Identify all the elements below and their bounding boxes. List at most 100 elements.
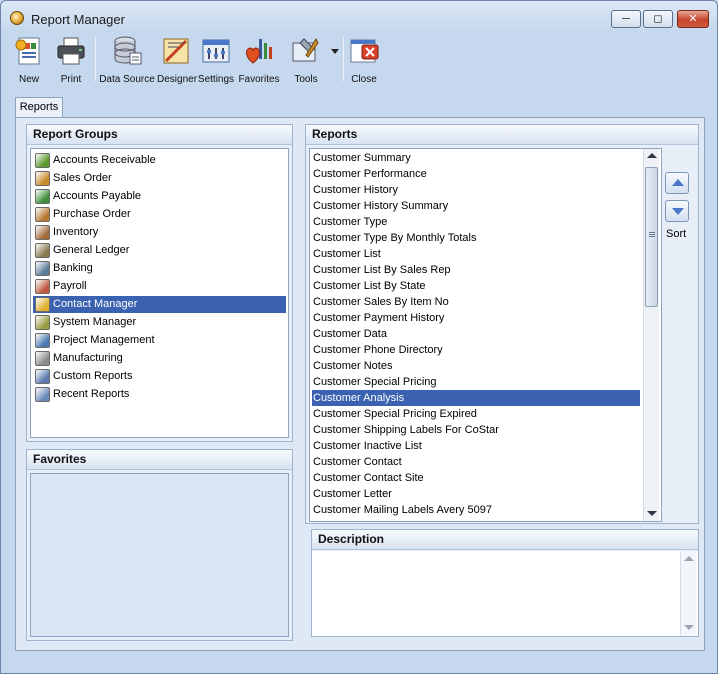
report-list-item[interactable]: Customer Contact xyxy=(312,454,640,470)
report-group-icon xyxy=(35,225,50,240)
report-group-label: Accounts Payable xyxy=(53,190,142,202)
report-list-item[interactable]: Customer Summary xyxy=(312,150,640,166)
close-report-icon xyxy=(350,39,379,63)
close-button[interactable]: Close xyxy=(345,35,383,87)
data-source-button[interactable]: Data Source xyxy=(97,35,157,87)
report-list-item[interactable]: Customer Analysis xyxy=(312,390,640,406)
report-group-icon xyxy=(35,171,50,186)
status-bar xyxy=(1,653,717,673)
report-group-icon xyxy=(35,207,50,222)
report-group-label: Accounts Receivable xyxy=(53,154,156,166)
report-group-label: Custom Reports xyxy=(53,370,133,382)
sort-down-button[interactable] xyxy=(665,200,689,222)
toolbar-separator xyxy=(343,37,344,81)
report-list-item[interactable]: Customer List By Sales Rep xyxy=(312,262,640,278)
report-group-label: Project Management xyxy=(53,334,155,346)
tools-dropdown-arrow-icon[interactable] xyxy=(331,49,339,54)
report-list-item[interactable]: Customer Performance xyxy=(312,166,640,182)
report-group-item[interactable]: Custom Reports xyxy=(33,368,286,385)
title-bar[interactable]: Report Manager ─ ◻ ✕ xyxy=(1,1,717,33)
new-report-icon xyxy=(15,37,40,65)
reports-list[interactable]: Customer Summary Customer Performance Cust… xyxy=(309,148,662,522)
report-group-icon xyxy=(35,315,50,330)
report-list-item[interactable]: Customer History xyxy=(312,182,640,198)
report-list-item[interactable]: Customer Special Pricing xyxy=(312,374,640,390)
report-group-label: Sales Order xyxy=(53,172,112,184)
report-group-item[interactable]: Purchase Order xyxy=(33,206,286,223)
minimize-button[interactable]: ─ xyxy=(611,10,641,28)
report-list-item[interactable]: Customer History Summary xyxy=(312,198,640,214)
grip-icon xyxy=(649,232,655,233)
new-button[interactable]: New xyxy=(9,35,49,87)
report-group-item[interactable]: Payroll xyxy=(33,278,286,295)
scroll-down-icon[interactable] xyxy=(684,625,694,630)
data-source-label: Data Source xyxy=(99,74,155,85)
report-list-item[interactable]: Customer Notes xyxy=(312,358,640,374)
report-group-item[interactable]: Contact Manager xyxy=(33,296,286,313)
report-list-item[interactable]: Customer List xyxy=(312,246,640,262)
report-group-label: System Manager xyxy=(53,316,137,328)
close-label: Close xyxy=(351,74,377,85)
description-content xyxy=(312,551,698,557)
report-group-item[interactable]: Recent Reports xyxy=(33,386,286,403)
app-icon xyxy=(10,11,24,25)
sort-up-button[interactable] xyxy=(665,172,689,194)
maximize-button[interactable]: ◻ xyxy=(643,10,673,28)
report-group-item[interactable]: Project Management xyxy=(33,332,286,349)
maximize-icon: ◻ xyxy=(653,13,663,25)
report-group-icon xyxy=(35,189,50,204)
report-group-item[interactable]: Manufacturing xyxy=(33,350,286,367)
favorites-button[interactable]: Favorites xyxy=(237,35,281,87)
report-group-item[interactable]: Sales Order xyxy=(33,170,286,187)
report-group-icon xyxy=(35,387,50,402)
settings-icon xyxy=(202,39,230,63)
report-list-item[interactable]: Customer Contact Site xyxy=(312,470,640,486)
report-list-item[interactable]: Customer Letter xyxy=(312,486,640,502)
scroll-thumb[interactable] xyxy=(645,167,658,307)
scroll-up-icon[interactable] xyxy=(647,153,657,158)
report-list-item[interactable]: Customer Mailing Labels Avery 5160 xyxy=(312,518,640,521)
tools-icon xyxy=(292,37,319,62)
window-title: Report Manager xyxy=(31,12,125,27)
report-list-item[interactable]: Customer Sales By Item No xyxy=(312,294,640,310)
report-list-item[interactable]: Customer Type By Monthly Totals xyxy=(312,230,640,246)
report-group-label: Payroll xyxy=(53,280,87,292)
report-group-item[interactable]: Accounts Receivable xyxy=(33,152,286,169)
print-button[interactable]: Print xyxy=(51,35,91,87)
report-group-item[interactable]: Inventory xyxy=(33,224,286,241)
report-group-item[interactable]: System Manager xyxy=(33,314,286,331)
report-list-item[interactable]: Customer Shipping Labels For CoStar xyxy=(312,422,640,438)
scroll-up-icon[interactable] xyxy=(684,556,694,561)
report-list-item[interactable]: Customer Phone Directory xyxy=(312,342,640,358)
scroll-down-icon[interactable] xyxy=(647,511,657,516)
close-window-button[interactable]: ✕ xyxy=(677,10,709,28)
settings-button[interactable]: Settings xyxy=(197,35,235,87)
report-groups-list[interactable]: Accounts Receivable Sales Order Accounts P… xyxy=(30,148,289,438)
new-label: New xyxy=(18,74,39,85)
description-scrollbar[interactable] xyxy=(680,551,696,636)
report-group-icon xyxy=(35,153,50,168)
favorites-list[interactable] xyxy=(30,473,289,637)
report-list-item[interactable]: Customer List By State xyxy=(312,278,640,294)
favorites-header: Favorites xyxy=(27,450,292,470)
description-text[interactable] xyxy=(312,551,698,636)
print-label: Print xyxy=(60,74,82,85)
tab-reports[interactable]: Reports xyxy=(15,97,63,118)
report-list-item[interactable]: Customer Payment History xyxy=(312,310,640,326)
report-list-item[interactable]: Customer Mailing Labels Avery 5097 xyxy=(312,502,640,518)
designer-icon xyxy=(163,38,189,64)
report-list-item[interactable]: Customer Special Pricing Expired xyxy=(312,406,640,422)
report-group-label: Manufacturing xyxy=(53,352,123,364)
designer-button[interactable]: Designer xyxy=(157,35,197,87)
report-group-item[interactable]: General Ledger xyxy=(33,242,286,259)
report-group-item[interactable]: Banking xyxy=(33,260,286,277)
report-list-item[interactable]: Customer Inactive List xyxy=(312,438,640,454)
report-list-item[interactable]: Customer Type xyxy=(312,214,640,230)
tools-button[interactable]: Tools xyxy=(287,35,325,87)
report-group-label: Recent Reports xyxy=(53,388,130,400)
report-group-label: Banking xyxy=(53,262,93,274)
reports-scrollbar[interactable] xyxy=(643,149,659,521)
sort-label: Sort xyxy=(666,228,687,240)
report-list-item[interactable]: Customer Data xyxy=(312,326,640,342)
report-group-item[interactable]: Accounts Payable xyxy=(33,188,286,205)
